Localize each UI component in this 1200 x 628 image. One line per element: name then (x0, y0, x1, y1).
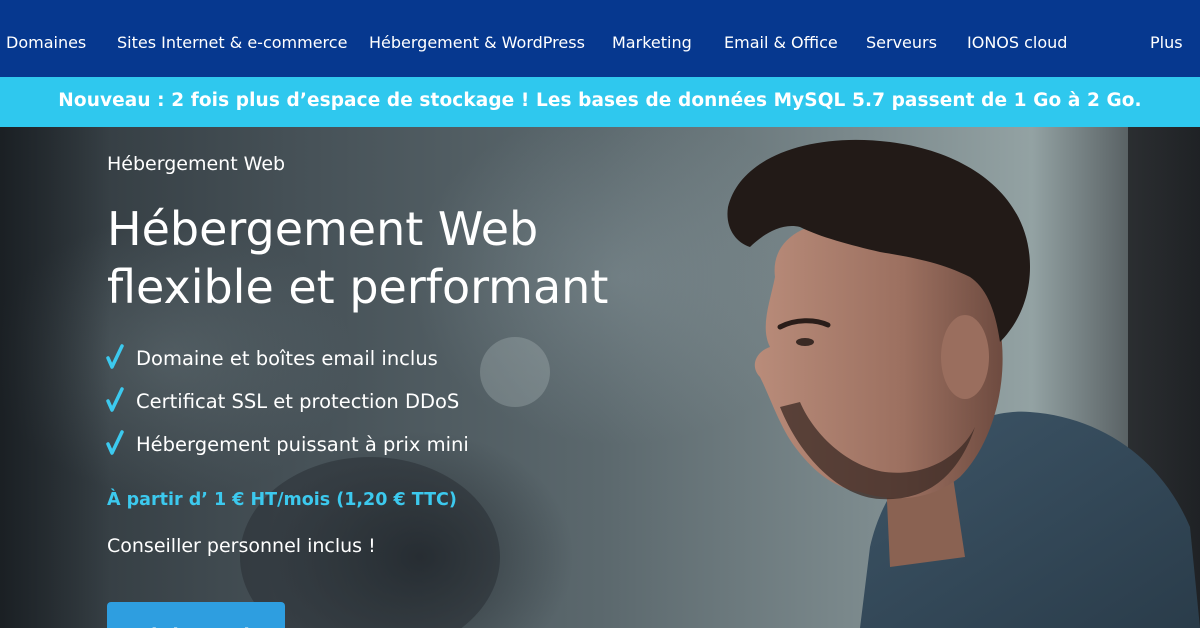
checkmark-icon (106, 430, 124, 455)
nav-item-sites-internet[interactable]: Sites Internet & e-commerce (117, 33, 347, 53)
announcement-text: Nouveau : 2 fois plus d’espace de stocka… (58, 90, 1142, 111)
background-blur-light (480, 337, 550, 407)
page: Domaines Sites Internet & e-commerce Héb… (0, 0, 1200, 628)
hero-person-image (727, 139, 1200, 628)
nav-item-plus[interactable]: Plus (1150, 33, 1183, 53)
nav-item-serveurs[interactable]: Serveurs (866, 33, 937, 53)
hero-headline: Hébergement Web flexible et performant (107, 200, 608, 316)
advisor-text: Conseiller personnel inclus ! (107, 535, 376, 557)
price-text: À partir d’ 1 € HT/mois (1,20 € TTC) (107, 490, 457, 510)
feature-text: Hébergement puissant à prix mini (136, 433, 469, 456)
checkmark-icon (106, 387, 124, 412)
nav-item-email-office[interactable]: Email & Office (724, 33, 838, 53)
feature-text: Certificat SSL et protection DDoS (136, 390, 460, 413)
nav-item-hebergement-wordpress[interactable]: Hébergement & WordPress (369, 33, 585, 53)
nav-item-ionos-cloud[interactable]: IONOS cloud (967, 33, 1067, 53)
feature-text: Domaine et boîtes email inclus (136, 347, 438, 370)
top-navigation: Domaines Sites Internet & e-commerce Héb… (0, 0, 1200, 77)
checkmark-icon (106, 344, 124, 369)
hero-headline-line-1: Hébergement Web (107, 202, 539, 256)
view-packs-button[interactable]: Voir les packs (107, 602, 285, 628)
nav-item-marketing[interactable]: Marketing (612, 33, 692, 53)
view-packs-button-label: Voir les packs (107, 609, 285, 628)
background-shadow (0, 127, 110, 628)
announcement-bar[interactable]: Nouveau : 2 fois plus d’espace de stocka… (0, 77, 1200, 127)
hero-headline-line-2: flexible et performant (107, 260, 609, 314)
nav-item-domaines[interactable]: Domaines (6, 33, 86, 53)
hero-eyebrow: Hébergement Web (107, 153, 286, 175)
